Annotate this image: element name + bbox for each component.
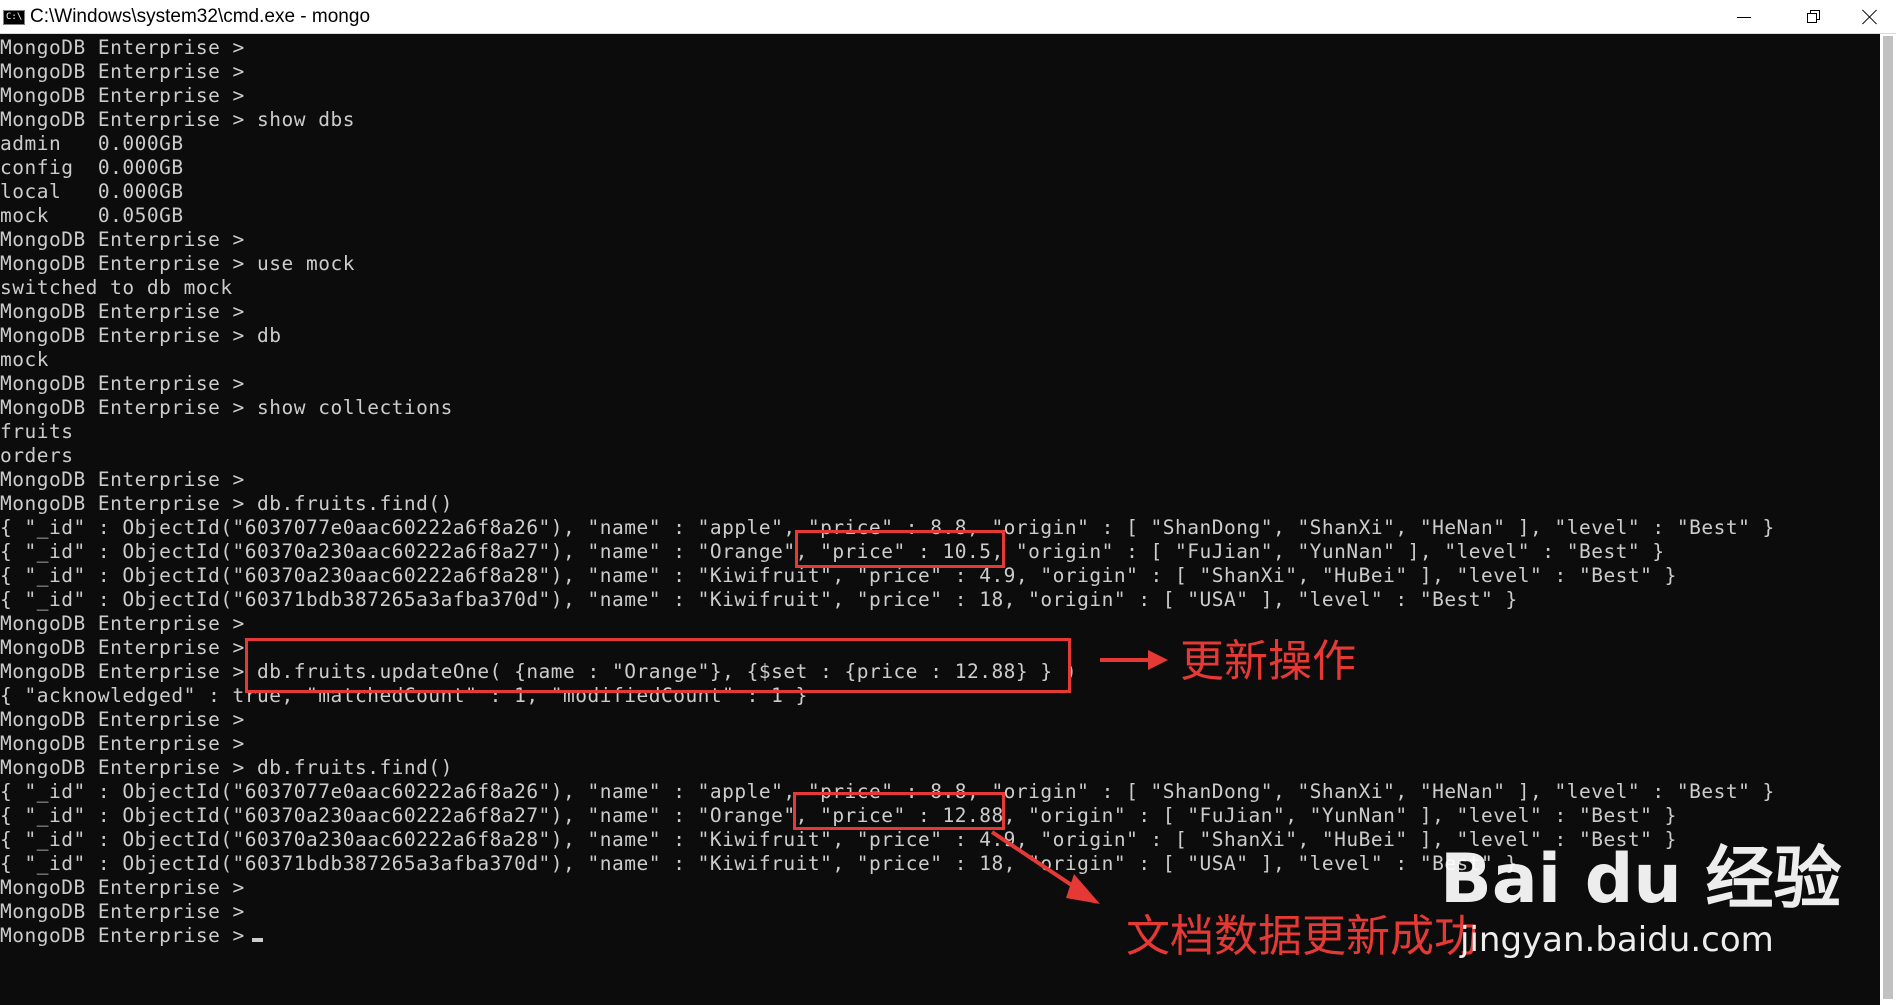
console-line: config 0.000GB	[0, 156, 184, 179]
close-button[interactable]	[1842, 0, 1896, 34]
highlight-old-price	[795, 530, 1005, 568]
baidu-watermark: Bai du 经验 jingyan.baidu.com	[1440, 840, 1841, 960]
console-line: MongoDB Enterprise >	[0, 60, 245, 83]
console-line: MongoDB Enterprise >	[0, 36, 245, 59]
console-line: MongoDB Enterprise >	[0, 372, 245, 395]
cmd-icon: C:\	[3, 10, 25, 25]
console-line: admin 0.000GB	[0, 132, 184, 155]
console-line: MongoDB Enterprise > use mock	[0, 252, 355, 275]
highlight-update-command	[245, 638, 1071, 693]
minimize-button[interactable]	[1716, 0, 1772, 34]
close-icon	[1862, 9, 1878, 25]
console-line: orders	[0, 444, 74, 467]
text-cursor	[252, 938, 263, 942]
scrollbar-thumb[interactable]	[1883, 36, 1893, 999]
arrow-icon	[990, 830, 1100, 904]
console-line: switched to db mock	[0, 276, 233, 299]
window-title: C:\Windows\system32\cmd.exe - mongo	[30, 6, 371, 27]
console-line: MongoDB Enterprise >	[0, 876, 245, 899]
title-bar[interactable]: C:\ C:\Windows\system32\cmd.exe - mongo	[0, 0, 1896, 34]
console-line: mock	[0, 348, 49, 371]
console-line: MongoDB Enterprise >	[0, 636, 245, 659]
console-line: mock 0.050GB	[0, 204, 184, 227]
update-annotation: 更新操作	[1180, 636, 1356, 687]
console-line: MongoDB Enterprise >	[0, 84, 245, 107]
highlight-new-price	[793, 792, 1005, 830]
maximize-icon	[1807, 10, 1821, 24]
maximize-button[interactable]	[1786, 0, 1842, 34]
console-line: MongoDB Enterprise >	[0, 468, 245, 491]
console-line: MongoDB Enterprise >	[0, 708, 245, 731]
console-line: fruits	[0, 420, 74, 443]
console-line: MongoDB Enterprise >	[0, 900, 245, 923]
console-line: MongoDB Enterprise > db.fruits.find()	[0, 492, 453, 515]
console-line: MongoDB Enterprise >	[0, 300, 245, 323]
console-line: MongoDB Enterprise > show dbs	[0, 108, 355, 131]
arrow-icon	[1100, 650, 1168, 670]
success-annotation: 文档数据更新成功	[1126, 911, 1478, 962]
console-line: { "_id" : ObjectId("60371bdb387265a3afba…	[0, 852, 1518, 875]
console-line: MongoDB Enterprise > db	[0, 324, 282, 347]
console-line: MongoDB Enterprise >	[0, 732, 245, 755]
console-line: MongoDB Enterprise >	[0, 924, 258, 947]
console-line: MongoDB Enterprise > db.fruits.find()	[0, 756, 453, 779]
console-line: MongoDB Enterprise >	[0, 228, 245, 251]
console-line: MongoDB Enterprise >	[0, 612, 245, 635]
minimize-icon	[1737, 16, 1751, 18]
watermark-url: jingyan.baidu.com	[1460, 920, 1774, 960]
console-line: MongoDB Enterprise > show collections	[0, 396, 453, 419]
console-line: local 0.000GB	[0, 180, 184, 203]
watermark-logo: Bai du 经验	[1440, 840, 1842, 919]
console-line: { "_id" : ObjectId("60370a230aac60222a6f…	[0, 828, 1677, 851]
console-line: { "_id" : ObjectId("60371bdb387265a3afba…	[0, 588, 1518, 611]
